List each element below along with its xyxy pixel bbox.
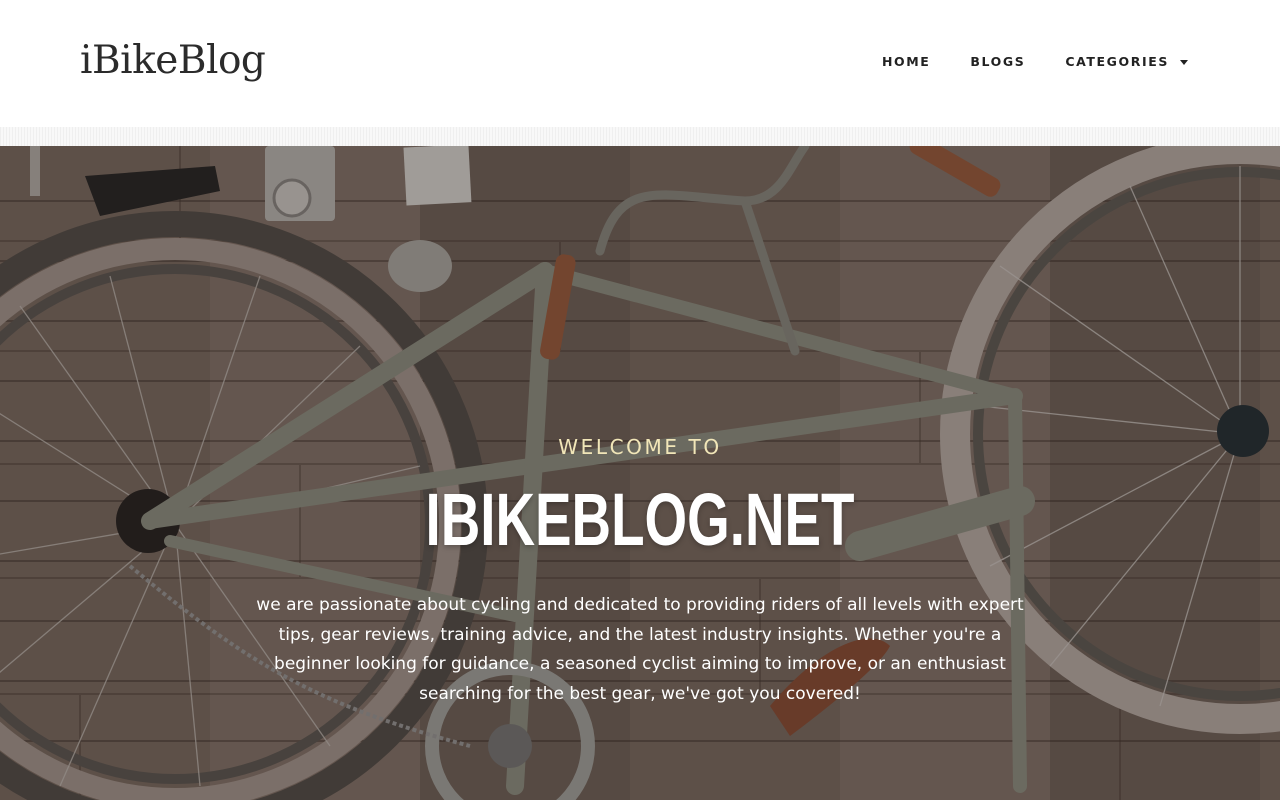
hero-content: WELCOME TO IBIKEBLOG.NET we are passiona… <box>0 146 1280 800</box>
hero-eyebrow: WELCOME TO <box>558 435 722 459</box>
nav-item-label: BLOGS <box>970 54 1026 69</box>
nav-item-home[interactable]: HOME <box>862 52 950 72</box>
nav-item-categories[interactable]: CATEGORIES <box>1045 52 1188 72</box>
nav-item-label: CATEGORIES <box>1065 54 1169 69</box>
site-logo[interactable]: iBikeBlog <box>80 36 266 86</box>
hero-title: IBIKEBLOG.NET <box>425 478 855 561</box>
header-divider <box>0 127 1280 146</box>
chevron-down-icon[interactable] <box>1180 59 1188 65</box>
site-header: iBikeBlog HOME BLOGS CATEGORIES <box>0 0 1280 127</box>
nav-item-blogs[interactable]: BLOGS <box>950 52 1045 72</box>
hero-description: we are passionate about cycling and dedi… <box>256 595 1024 704</box>
main-nav: HOME BLOGS CATEGORIES <box>862 52 1188 72</box>
nav-item-label: HOME <box>881 54 931 69</box>
hero-section: WELCOME TO IBIKEBLOG.NET we are passiona… <box>0 146 1280 800</box>
